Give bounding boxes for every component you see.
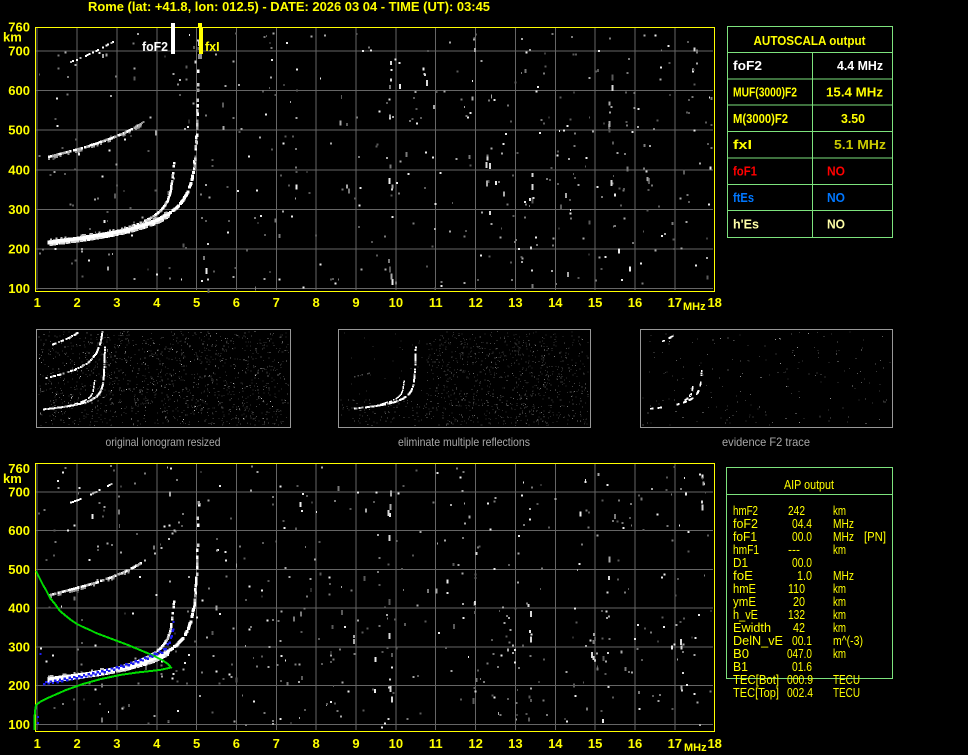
- svg-text:MHz: MHz: [683, 301, 706, 313]
- svg-text:16: 16: [628, 295, 642, 310]
- svg-text:M(3000)F2: M(3000)F2: [733, 111, 788, 126]
- svg-text:17: 17: [668, 736, 682, 751]
- svg-text:8: 8: [312, 295, 319, 310]
- svg-text:3: 3: [113, 736, 120, 751]
- svg-text:15.4 MHz: 15.4 MHz: [826, 84, 884, 99]
- svg-text:4.4 MHz: 4.4 MHz: [837, 58, 883, 73]
- svg-text:200: 200: [8, 678, 30, 693]
- svg-text:13: 13: [508, 736, 522, 751]
- svg-text:10: 10: [389, 736, 403, 751]
- svg-text:17: 17: [668, 295, 682, 310]
- svg-text:km: km: [3, 30, 22, 45]
- svg-text:1: 1: [34, 295, 41, 310]
- svg-text:[PN]: [PN]: [864, 529, 886, 544]
- svg-text:6: 6: [233, 736, 240, 751]
- svg-text:AIP output: AIP output: [784, 477, 834, 492]
- svg-text:600: 600: [8, 523, 30, 538]
- svg-text:fxI: fxI: [733, 137, 752, 152]
- svg-text:600: 600: [8, 83, 30, 98]
- svg-text:evidence F2 trace: evidence F2 trace: [722, 435, 810, 449]
- svg-text:2: 2: [73, 736, 80, 751]
- svg-text:12: 12: [468, 736, 482, 751]
- svg-text:002.4: 002.4: [787, 685, 813, 700]
- svg-text:11: 11: [429, 736, 443, 751]
- svg-text:MUF(3000)F2: MUF(3000)F2: [733, 84, 797, 99]
- svg-text:15: 15: [588, 736, 602, 751]
- svg-text:h'Es: h'Es: [733, 216, 759, 231]
- svg-text:5.1 MHz: 5.1 MHz: [834, 137, 887, 152]
- svg-text:100: 100: [8, 281, 30, 296]
- svg-text:9: 9: [352, 295, 359, 310]
- svg-text:7: 7: [273, 295, 280, 310]
- svg-text:300: 300: [8, 202, 30, 217]
- svg-text:700: 700: [8, 44, 30, 59]
- svg-text:300: 300: [8, 639, 30, 654]
- svg-text:16: 16: [628, 736, 642, 751]
- svg-text:5: 5: [193, 295, 200, 310]
- svg-text:km: km: [833, 542, 846, 557]
- svg-text:TECU: TECU: [833, 685, 860, 700]
- svg-text:2: 2: [73, 295, 80, 310]
- svg-text:500: 500: [8, 123, 30, 138]
- svg-text:TEC[Top]: TEC[Top]: [733, 685, 779, 700]
- svg-text:fxI: fxI: [205, 40, 220, 54]
- svg-text:foF1: foF1: [733, 164, 757, 179]
- svg-text:original ionogram resized: original ionogram resized: [106, 435, 221, 449]
- svg-text:NO: NO: [827, 190, 845, 205]
- svg-text:500: 500: [8, 562, 30, 577]
- svg-text:400: 400: [8, 162, 30, 177]
- svg-text:1: 1: [34, 736, 41, 751]
- svg-text:km: km: [3, 471, 22, 486]
- svg-text:4: 4: [153, 736, 161, 751]
- svg-text:MHz: MHz: [684, 742, 707, 754]
- svg-text:14: 14: [548, 736, 563, 751]
- svg-text:NO: NO: [827, 164, 845, 179]
- svg-text:5: 5: [193, 736, 200, 751]
- svg-text:AUTOSCALA output: AUTOSCALA output: [754, 33, 867, 48]
- svg-text:15: 15: [588, 295, 602, 310]
- svg-text:9: 9: [352, 736, 359, 751]
- svg-text:8: 8: [312, 736, 319, 751]
- svg-text:18: 18: [707, 295, 721, 310]
- svg-text:ftEs: ftEs: [733, 190, 754, 205]
- svg-text:6: 6: [233, 295, 240, 310]
- svg-text:7: 7: [273, 736, 280, 751]
- svg-text:100: 100: [8, 717, 30, 732]
- svg-text:14: 14: [548, 295, 563, 310]
- svg-text:700: 700: [8, 484, 30, 499]
- svg-text:foF2: foF2: [733, 58, 762, 73]
- svg-text:Rome (lat: +41.8, lon: 012.5): Rome (lat: +41.8, lon: 012.5) - DATE: 20…: [88, 0, 490, 14]
- svg-text:foF2: foF2: [142, 40, 168, 54]
- svg-text:3: 3: [113, 295, 120, 310]
- svg-text:400: 400: [8, 601, 30, 616]
- svg-text:NO: NO: [827, 216, 845, 231]
- svg-text:11: 11: [429, 295, 443, 310]
- svg-text:10: 10: [389, 295, 403, 310]
- svg-text:km: km: [833, 646, 846, 661]
- svg-text:12: 12: [468, 295, 482, 310]
- svg-text:18: 18: [707, 736, 721, 751]
- svg-text:13: 13: [508, 295, 522, 310]
- svg-text:3.50: 3.50: [841, 111, 865, 126]
- svg-text:200: 200: [8, 242, 30, 257]
- svg-text:eliminate multiple reflections: eliminate multiple reflections: [398, 435, 530, 449]
- svg-text:4: 4: [153, 295, 161, 310]
